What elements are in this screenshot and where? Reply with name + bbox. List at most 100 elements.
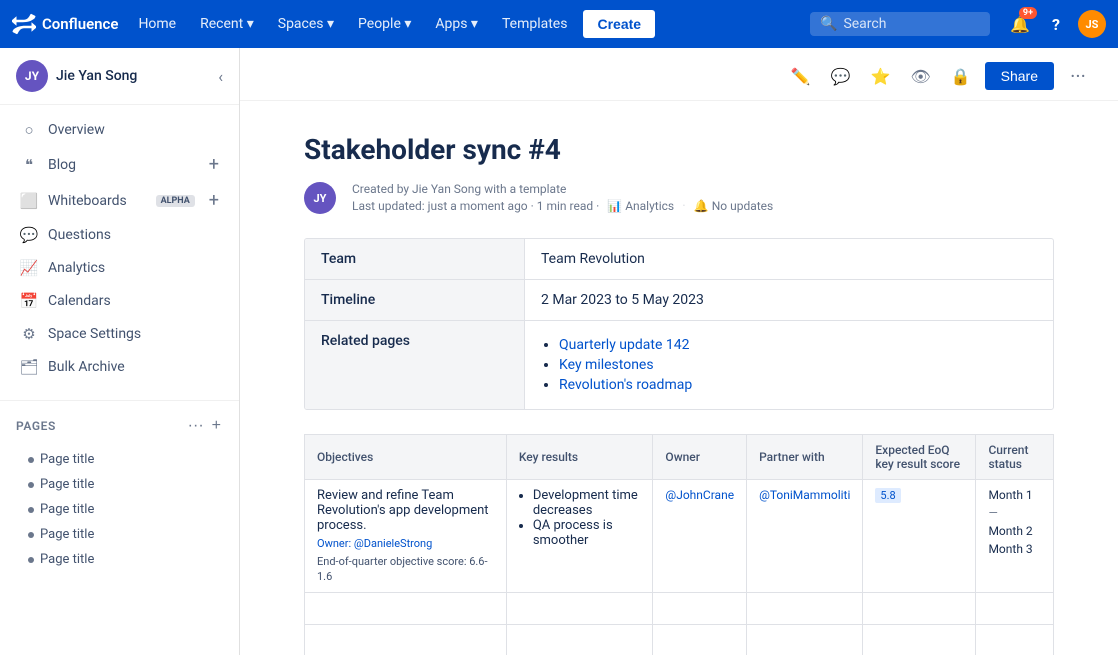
sidebar-item-calendars[interactable]: 📅 Calendars xyxy=(4,285,235,317)
related-link-1[interactable]: Quarterly update 142 xyxy=(559,337,689,353)
col-partner: Partner with xyxy=(747,435,863,480)
nav-people[interactable]: People ▾ xyxy=(350,12,419,36)
meta-updated: Last updated: just a moment ago · 1 min … xyxy=(352,199,599,213)
star-button[interactable]: ⭐ xyxy=(865,60,897,92)
share-button[interactable]: Share xyxy=(985,62,1054,90)
logo-text: Confluence xyxy=(42,15,118,33)
restrict-button[interactable]: 🔒 xyxy=(945,60,977,92)
user-avatar[interactable]: JS xyxy=(1078,10,1106,38)
page-bullet xyxy=(28,532,34,538)
nav-templates[interactable]: Templates xyxy=(494,12,576,36)
related-value: Quarterly update 142 Key milestones Revo… xyxy=(525,321,1053,409)
nav-home[interactable]: Home xyxy=(130,12,184,36)
empty-cell xyxy=(305,593,507,625)
empty-cell xyxy=(863,625,976,655)
search-icon: 🔍 xyxy=(820,16,837,32)
bulk-archive-icon: 🗂 xyxy=(20,358,38,376)
empty-cell xyxy=(976,593,1054,625)
edit-button[interactable]: ✏️ xyxy=(785,60,817,92)
watch-button[interactable]: 👁 xyxy=(905,60,937,92)
partner-link[interactable]: @ToniMammoliti xyxy=(759,488,850,502)
sidebar-item-space-settings[interactable]: ⚙ Space Settings xyxy=(4,318,235,350)
whiteboards-add-icon[interactable]: + xyxy=(209,190,219,211)
month1-label: Month 1 xyxy=(988,488,1041,502)
sidebar-item-questions[interactable]: 💬 Questions xyxy=(4,219,235,251)
col-objectives: Objectives xyxy=(305,435,507,480)
sidebar-collapse-button[interactable]: ‹ xyxy=(218,67,223,86)
pages-section-label: Pages xyxy=(16,419,56,433)
page-item[interactable]: Page title xyxy=(0,447,239,472)
logo[interactable]: Confluence xyxy=(12,12,118,36)
blog-icon: ❝ xyxy=(20,156,38,174)
nav-spaces[interactable]: Spaces ▾ xyxy=(270,12,342,36)
col-current-status: Current status xyxy=(976,435,1054,480)
okr-table: Objectives Key results Owner Partner wit… xyxy=(304,434,1054,655)
more-options-button[interactable]: ··· xyxy=(1062,60,1094,92)
sidebar-user-name: Jie Yan Song xyxy=(56,68,137,84)
create-button[interactable]: Create xyxy=(583,10,655,38)
okr-table-head: Objectives Key results Owner Partner wit… xyxy=(305,435,1054,480)
meta-info: Created by Jie Yan Song with a template … xyxy=(352,182,773,214)
table-row xyxy=(305,593,1054,625)
page-item[interactable]: Page title xyxy=(0,547,239,572)
cell-key-results: Development time decreases QA process is… xyxy=(506,480,653,593)
nav-recent[interactable]: Recent ▾ xyxy=(192,12,262,36)
sidebar-item-analytics[interactable]: 📈 Analytics xyxy=(4,252,235,284)
sidebar-avatar: JY xyxy=(16,60,48,92)
page-meta: JY Created by Jie Yan Song with a templa… xyxy=(304,182,1054,214)
empty-cell xyxy=(747,625,863,655)
layout: JY Jie Yan Song ‹ ○ Overview ❝ Blog + ⬜ … xyxy=(0,0,1118,655)
sidebar-item-bulk-archive[interactable]: 🗂 Bulk Archive xyxy=(4,351,235,383)
whiteboards-icon: ⬜ xyxy=(20,192,38,210)
page-item[interactable]: Page title xyxy=(0,472,239,497)
related-link-3[interactable]: Revolution's roadmap xyxy=(559,377,692,393)
questions-icon: 💬 xyxy=(20,226,38,244)
page-title: Page title xyxy=(40,477,94,492)
objective-owner: Owner: @DanieleStrong xyxy=(317,537,494,550)
empty-cell xyxy=(305,625,507,655)
analytics-link[interactable]: 📊 Analytics xyxy=(607,199,674,213)
sidebar-item-overview[interactable]: ○ Overview xyxy=(4,114,235,146)
analytics-icon: 📈 xyxy=(20,259,38,277)
okr-header-row: Objectives Key results Owner Partner wit… xyxy=(305,435,1054,480)
sidebar-item-label: Whiteboards xyxy=(48,193,142,209)
sidebar-item-whiteboards[interactable]: ⬜ Whiteboards ALPHA + xyxy=(4,183,235,218)
sidebar: JY Jie Yan Song ‹ ○ Overview ❝ Blog + ⬜ … xyxy=(0,48,240,655)
objective-text: Review and refine Team Revolution's app … xyxy=(317,488,494,533)
sidebar-item-label: Overview xyxy=(48,122,219,138)
page-bullet xyxy=(28,457,34,463)
notification-badge: 9+ xyxy=(1019,7,1037,19)
blog-add-icon[interactable]: + xyxy=(209,154,219,175)
okr-table-body: Review and refine Team Revolution's app … xyxy=(305,480,1054,655)
col-owner: Owner xyxy=(653,435,747,480)
score-badge: 5.8 xyxy=(875,488,900,503)
search-box[interactable]: 🔍 Search xyxy=(810,12,990,36)
separator: · xyxy=(682,198,686,214)
nav-apps[interactable]: Apps ▾ xyxy=(427,12,486,36)
cell-current-status: Month 1 — Month 2 Month 3 xyxy=(976,480,1054,593)
empty-cell xyxy=(506,625,653,655)
month3-label: Month 3 xyxy=(988,542,1041,556)
alpha-badge: ALPHA xyxy=(156,195,195,207)
comment-button[interactable]: 💬 xyxy=(825,60,857,92)
sidebar-item-blog[interactable]: ❝ Blog + xyxy=(4,147,235,182)
calendars-icon: 📅 xyxy=(20,292,38,310)
confluence-logo-icon xyxy=(12,12,36,36)
info-row-timeline: Timeline 2 Mar 2023 to 5 May 2023 xyxy=(305,280,1053,321)
notifications-button[interactable]: 🔔 9+ xyxy=(1006,10,1034,38)
pages-more-button[interactable]: ··· xyxy=(186,415,206,437)
page-item[interactable]: Page title xyxy=(0,497,239,522)
sidebar-header: JY Jie Yan Song ‹ xyxy=(0,48,239,105)
page-bullet xyxy=(28,482,34,488)
timeline-value: 2 Mar 2023 to 5 May 2023 xyxy=(525,280,1053,320)
owner-link[interactable]: @JohnCrane xyxy=(665,488,734,502)
empty-cell xyxy=(976,625,1054,655)
help-button[interactable]: ? xyxy=(1042,10,1070,38)
page-bullet xyxy=(28,507,34,513)
cell-owner: @JohnCrane xyxy=(653,480,747,593)
related-link-2[interactable]: Key milestones xyxy=(559,357,654,373)
page-item[interactable]: Page title xyxy=(0,522,239,547)
search-placeholder: Search xyxy=(843,16,886,32)
objective-score: End-of-quarter objective score: 6.6-1.6 xyxy=(317,555,488,583)
pages-add-button[interactable]: + xyxy=(210,415,223,437)
